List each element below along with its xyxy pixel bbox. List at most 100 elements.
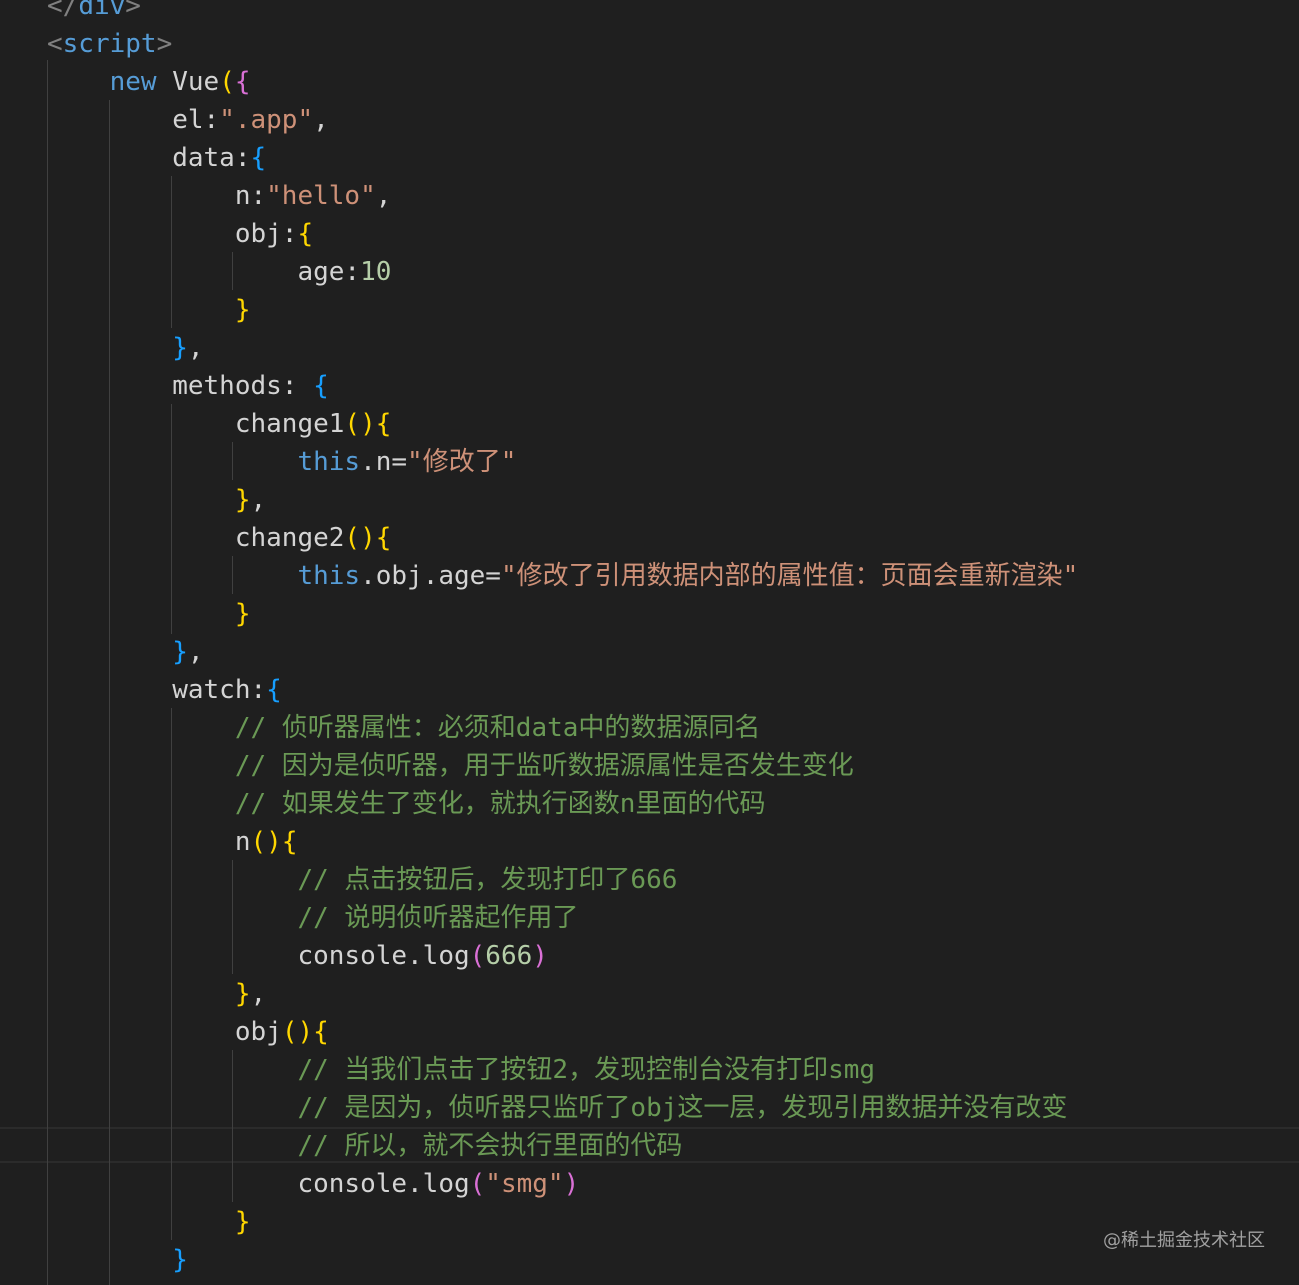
code-token: // 如果发生了变化，就执行函数n里面的代码 — [234, 789, 766, 819]
code-line[interactable]: obj:{ — [47, 215, 313, 253]
code-token: // 因为是侦听器，用于监听数据源属性是否发生变化 — [234, 751, 854, 781]
code-token: watch: — [47, 675, 267, 705]
code-line[interactable]: // 是因为，侦听器只监听了obj这一层，发现引用数据并没有改变 — [47, 1089, 1067, 1127]
code-token: 10 — [360, 257, 392, 287]
code-token: n: — [47, 181, 267, 211]
code-token: // 说明侦听器起作用了 — [297, 903, 579, 933]
code-line[interactable]: obj(){ — [47, 1013, 329, 1051]
code-token: "smg" — [485, 1169, 564, 1199]
code-line[interactable]: }, — [47, 633, 204, 671]
code-token: { — [313, 371, 329, 401]
code-line[interactable]: // 如果发生了变化，就执行函数n里面的代码 — [47, 785, 766, 823]
code-line[interactable]: el:".app", — [47, 101, 329, 139]
code-token: new — [109, 67, 157, 97]
code-line[interactable]: // 说明侦听器起作用了 — [47, 899, 578, 937]
code-token: > — [125, 0, 141, 21]
code-line[interactable]: change2(){ — [47, 519, 392, 557]
code-token: } — [172, 333, 188, 363]
code-token: // 所以，就不会执行里面的代码 — [297, 1131, 683, 1161]
code-token: () — [250, 827, 282, 857]
code-line[interactable]: // 点击按钮后，发现打印了666 — [47, 861, 677, 899]
code-token: } — [172, 1245, 188, 1275]
code-token: Vue — [156, 67, 220, 97]
code-line[interactable]: this.obj.age="修改了引用数据内部的属性值：页面会重新渲染" — [47, 557, 1078, 595]
code-token: obj: — [47, 219, 298, 249]
code-token: } — [234, 1207, 251, 1237]
code-line[interactable]: // 因为是侦听器，用于监听数据源属性是否发生变化 — [47, 747, 854, 785]
code-line[interactable]: <script> — [47, 25, 172, 63]
code-token: , — [250, 979, 267, 1009]
code-token: "修改了引用数据内部的属性值：页面会重新渲染" — [500, 561, 1079, 591]
code-line[interactable]: </div> — [47, 0, 141, 25]
code-token: { — [313, 1017, 329, 1047]
code-token: ( — [219, 67, 235, 97]
code-token: } — [234, 979, 251, 1009]
code-token: console.log — [47, 1169, 470, 1199]
code-line[interactable]: n(){ — [47, 823, 298, 861]
code-token: el: — [47, 105, 220, 135]
code-token: } — [234, 295, 251, 325]
code-line[interactable]: console.log("smg") — [47, 1165, 579, 1203]
code-token: , — [187, 637, 204, 667]
code-token: obj — [47, 1017, 282, 1047]
code-token: , — [250, 485, 267, 515]
code-line[interactable]: data:{ — [47, 139, 266, 177]
code-token: // 当我们点击了按钮2，发现控制台没有打印smg — [297, 1055, 876, 1085]
code-token: { — [266, 675, 282, 705]
code-token: data: — [47, 143, 251, 173]
code-token: { — [375, 523, 392, 553]
code-line[interactable]: } — [47, 1241, 188, 1279]
code-editor[interactable]: </div> <script> new Vue({ el:".app", data… — [0, 0, 1299, 1285]
code-token: ( — [469, 1169, 486, 1199]
code-line[interactable]: new Vue({ — [47, 63, 251, 101]
code-token: age: — [47, 257, 361, 287]
code-token: script — [62, 29, 157, 59]
code-token: ) — [532, 941, 548, 971]
code-token: "hello" — [266, 181, 376, 211]
code-token: > — [156, 29, 173, 59]
code-line[interactable]: } — [47, 1203, 251, 1241]
code-line[interactable]: methods: { — [47, 367, 329, 405]
code-line[interactable]: watch:{ — [47, 671, 282, 709]
code-token: console.log — [47, 941, 470, 971]
code-token: () — [344, 523, 376, 553]
code-line[interactable]: } — [47, 595, 251, 633]
code-token: methods: — [47, 371, 314, 401]
code-line[interactable]: }, — [47, 975, 266, 1013]
code-token: ) — [563, 1169, 580, 1199]
code-line[interactable]: }, — [47, 481, 266, 519]
code-line[interactable]: }, — [47, 329, 203, 367]
code-line[interactable]: // 所以，就不会执行里面的代码 — [47, 1127, 682, 1165]
code-token: 666 — [485, 941, 533, 971]
code-token: change2 — [47, 523, 345, 553]
code-line[interactable]: } — [47, 291, 251, 329]
code-token: ".app" — [219, 105, 314, 135]
code-line[interactable]: // 侦听器属性：必须和data中的数据源同名 — [47, 709, 761, 747]
code-token: .n= — [360, 447, 408, 477]
code-token: { — [297, 219, 314, 249]
code-token: { — [281, 827, 298, 857]
code-token: () — [281, 1017, 314, 1047]
code-token: // 侦听器属性：必须和data中的数据源同名 — [234, 713, 761, 743]
code-token: div — [78, 0, 126, 21]
code-line[interactable]: change1(){ — [47, 405, 392, 443]
code-line[interactable]: // 当我们点击了按钮2，发现控制台没有打印smg — [47, 1051, 875, 1089]
code-line[interactable]: this.n="修改了" — [47, 443, 516, 481]
code-line[interactable]: n:"hello", — [47, 177, 392, 215]
code-token: } — [234, 599, 251, 629]
code-line[interactable]: age:10 — [47, 253, 391, 291]
code-line[interactable]: console.log(666) — [47, 937, 548, 975]
code-token: .obj.age= — [360, 561, 501, 591]
